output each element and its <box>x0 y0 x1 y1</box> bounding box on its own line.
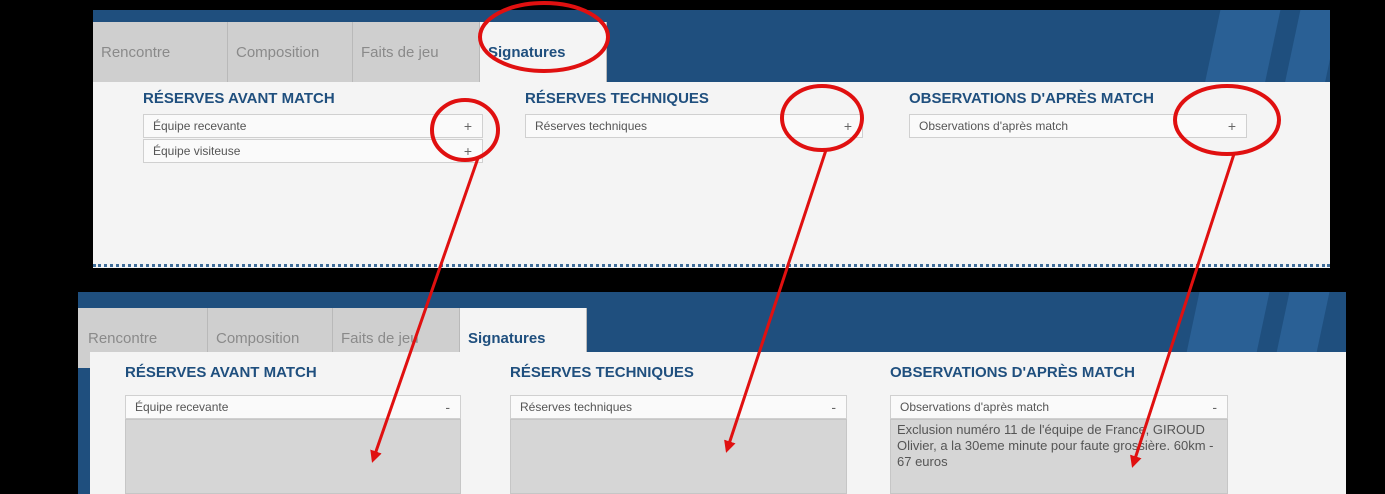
expand-plus-icon[interactable]: + <box>464 115 472 137</box>
bottom-content: RÉSERVES AVANT MATCH Équipe recevante - … <box>90 352 1346 494</box>
section-title-reserves-techniques: RÉSERVES TECHNIQUES <box>510 364 694 381</box>
row-label: Observations d'après match <box>900 400 1050 414</box>
row-label: Réserves techniques <box>535 119 648 133</box>
expand-plus-icon[interactable]: + <box>1228 115 1236 137</box>
collapse-minus-icon[interactable]: - <box>1212 396 1217 418</box>
row-observations[interactable]: Observations d'après match + <box>909 114 1247 138</box>
collapse-minus-icon[interactable]: - <box>445 396 450 418</box>
row-observations[interactable]: Observations d'après match - <box>890 395 1228 419</box>
top-panel: Rencontre Composition Faits de jeu Signa… <box>93 10 1330 268</box>
tab-faits-de-jeu[interactable]: Faits de jeu <box>353 22 480 82</box>
row-reserves-techniques[interactable]: Réserves techniques + <box>525 114 863 138</box>
row-label: Observations d'après match <box>919 119 1069 133</box>
reserves-avant-textarea[interactable] <box>125 419 461 494</box>
observations-textarea[interactable]: Exclusion numéro 11 de l'équipe de Franc… <box>890 419 1228 494</box>
section-title-reserves-avant-match: RÉSERVES AVANT MATCH <box>125 364 317 381</box>
reserves-techniques-textarea[interactable] <box>510 419 847 494</box>
row-equipe-recevante[interactable]: Équipe recevante + <box>143 114 483 138</box>
tab-signatures[interactable]: Signatures <box>480 22 607 82</box>
expand-plus-icon[interactable]: + <box>844 115 852 137</box>
section-title-reserves-techniques: RÉSERVES TECHNIQUES <box>525 90 709 107</box>
bottom-panel: Rencontre Composition Faits de jeu Signa… <box>78 292 1346 494</box>
top-content: RÉSERVES AVANT MATCH Équipe recevante + … <box>93 82 1330 268</box>
row-label: Équipe recevante <box>135 400 229 414</box>
row-reserves-techniques[interactable]: Réserves techniques - <box>510 395 847 419</box>
row-equipe-visiteuse[interactable]: Équipe visiteuse + <box>143 139 483 163</box>
expand-plus-icon[interactable]: + <box>464 140 472 162</box>
row-label: Équipe recevante <box>153 119 247 133</box>
row-label: Réserves techniques <box>520 400 633 414</box>
tab-rencontre[interactable]: Rencontre <box>93 22 228 82</box>
top-tab-bar: Rencontre Composition Faits de jeu Signa… <box>93 22 607 82</box>
dotted-separator <box>93 264 1330 267</box>
tab-composition[interactable]: Composition <box>228 22 353 82</box>
row-equipe-recevante[interactable]: Équipe recevante - <box>125 395 461 419</box>
section-title-observations: OBSERVATIONS D'APRÈS MATCH <box>909 90 1154 107</box>
row-label: Équipe visiteuse <box>153 144 241 158</box>
collapse-minus-icon[interactable]: - <box>831 396 836 418</box>
section-title-observations: OBSERVATIONS D'APRÈS MATCH <box>890 364 1135 381</box>
section-title-reserves-avant-match: RÉSERVES AVANT MATCH <box>143 90 335 107</box>
